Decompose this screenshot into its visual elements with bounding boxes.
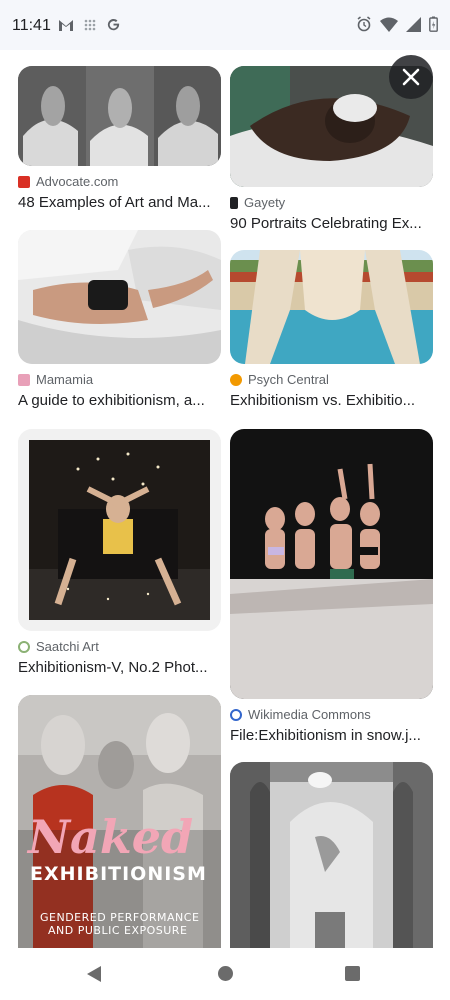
- result-source: Saatchi Art: [18, 639, 99, 654]
- result-source: Wikimedia Commons: [230, 707, 371, 722]
- clock: 11:41: [12, 17, 51, 34]
- book-title: Naked: [28, 810, 194, 864]
- result-image[interactable]: [18, 230, 221, 364]
- home-icon[interactable]: [218, 966, 233, 981]
- result-title[interactable]: 48 Examples of Art and Ma...: [18, 194, 221, 211]
- gmail-icon: [59, 19, 73, 31]
- alarm-icon: [357, 16, 371, 32]
- result-image[interactable]: [230, 429, 433, 699]
- wifi-icon: [380, 17, 398, 32]
- battery-icon: [429, 16, 438, 32]
- navigation-bar: [0, 948, 450, 1000]
- result-card-corridor[interactable]: [230, 762, 433, 948]
- saatchi-logo-icon: [18, 640, 30, 653]
- result-card-advocate[interactable]: Advocate.com 48 Examples of Art and Ma..…: [18, 66, 221, 216]
- result-source: Mamamia: [18, 372, 93, 387]
- back-icon[interactable]: [87, 966, 101, 982]
- result-source: Advocate.com: [18, 174, 118, 189]
- psych-central-logo-icon: [230, 373, 242, 386]
- result-image[interactable]: [18, 429, 221, 631]
- result-card-wikimedia[interactable]: Wikimedia Commons File:Exhibitionism in …: [230, 429, 433, 747]
- advocate-logo-icon: [18, 175, 30, 188]
- wikimedia-logo-icon: [230, 708, 242, 721]
- book-subtitle-line2: AND PUBLIC EXPOSURE: [48, 924, 188, 937]
- notification-icons: [58, 17, 121, 32]
- google-icon: [107, 18, 120, 31]
- source-name: Psych Central: [248, 372, 329, 387]
- result-title[interactable]: Exhibitionism vs. Exhibitio...: [230, 392, 433, 409]
- result-image[interactable]: [230, 250, 433, 364]
- result-image[interactable]: [18, 66, 221, 166]
- mamamia-logo-icon: [18, 373, 30, 386]
- grid-dots-icon: [84, 19, 96, 30]
- result-image[interactable]: Naked EXHIBITIONISM GENDERED PERFORMANCE…: [18, 695, 221, 948]
- recents-icon[interactable]: [345, 966, 360, 981]
- close-icon: [402, 68, 420, 86]
- source-name: Wikimedia Commons: [248, 707, 371, 722]
- result-image[interactable]: [230, 762, 433, 948]
- close-button[interactable]: [389, 55, 433, 99]
- status-bar: 11:41: [0, 0, 450, 50]
- gayety-logo-icon: [230, 196, 238, 209]
- result-source: Gayety: [230, 195, 285, 210]
- book-subtitle-line1: GENDERED PERFORMANCE: [40, 911, 200, 924]
- result-source: Psych Central: [230, 372, 329, 387]
- source-name: Mamamia: [36, 372, 94, 387]
- book-title-line2: EXHIBITIONISM: [30, 863, 207, 885]
- result-title[interactable]: 90 Portraits Celebrating Ex...: [230, 215, 433, 232]
- result-card-mamamia[interactable]: Mamamia A guide to exhibitionism, a...: [18, 230, 221, 412]
- source-name: Advocate.com: [36, 174, 119, 189]
- source-name: Gayety: [244, 195, 286, 210]
- result-card-saatchi[interactable]: Saatchi Art Exhibitionism-V, No.2 Phot..…: [18, 429, 221, 679]
- result-card-psych-central[interactable]: Psych Central Exhibitionism vs. Exhibiti…: [230, 250, 433, 412]
- result-title[interactable]: A guide to exhibitionism, a...: [18, 392, 221, 409]
- source-name: Saatchi Art: [36, 639, 99, 654]
- signal-icon: [406, 16, 421, 32]
- result-title[interactable]: Exhibitionism-V, No.2 Phot...: [18, 659, 221, 676]
- result-title[interactable]: File:Exhibitionism in snow.j...: [230, 727, 433, 744]
- system-icons: [356, 16, 438, 32]
- result-card-book[interactable]: Naked EXHIBITIONISM GENDERED PERFORMANCE…: [18, 695, 221, 948]
